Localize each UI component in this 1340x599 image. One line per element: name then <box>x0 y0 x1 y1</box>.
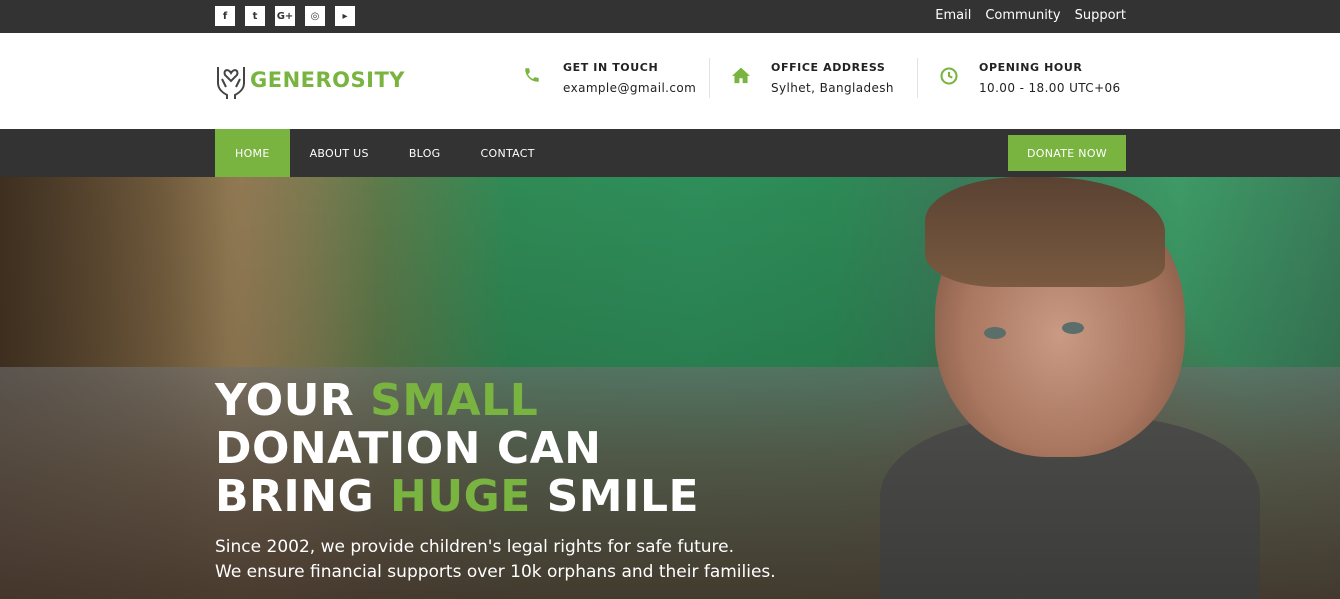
contact-touch-value[interactable]: example@gmail.com <box>563 81 696 95</box>
contact-hours: OPENING HOUR 10.00 - 18.00 UTC+06 <box>939 58 1121 95</box>
hero-subtext: Since 2002, we provide children's legal … <box>215 535 776 585</box>
top-bar: f t G+ ◎ ▸ Email Community Support <box>0 0 1340 33</box>
support-link[interactable]: Support <box>1075 8 1126 23</box>
header: GENEROSITY GET IN TOUCH example@gmail.co… <box>0 33 1340 129</box>
contact-office-value: Sylhet, Bangladesh <box>771 81 894 95</box>
logo-text: GENEROSITY <box>250 68 405 92</box>
contact-hours-title: OPENING HOUR <box>979 61 1083 74</box>
hero-headline: YOUR SMALL DONATION CAN BRING HUGE SMILE <box>215 377 699 521</box>
hands-heart-logo-icon <box>217 67 245 99</box>
hero-subtext-line: We ensure financial supports over 10k or… <box>215 562 776 582</box>
instagram-icon[interactable]: ◎ <box>305 6 325 26</box>
hero-subtext-line: Since 2002, we provide children's legal … <box>215 537 735 557</box>
nav-menu: HOME ABOUT US BLOG CONTACT <box>215 129 555 177</box>
headline-text: YOUR <box>215 375 371 426</box>
headline-highlight: HUGE <box>390 471 531 522</box>
divider <box>917 58 918 98</box>
clock-icon <box>939 58 979 86</box>
phone-icon <box>523 58 563 84</box>
nav-item-home[interactable]: HOME <box>215 129 290 177</box>
social-links: f t G+ ◎ ▸ <box>215 6 355 26</box>
headline-text: SMILE <box>530 471 700 522</box>
hero-child-eye <box>1062 322 1084 334</box>
contact-touch: GET IN TOUCH example@gmail.com <box>523 58 696 95</box>
headline-highlight: SMALL <box>370 375 539 426</box>
nav-item-about-us[interactable]: ABOUT US <box>290 129 389 177</box>
hero-child-eye <box>984 327 1006 339</box>
hero-banner: YOUR SMALL DONATION CAN BRING HUGE SMILE… <box>0 177 1340 599</box>
contact-office-title: OFFICE ADDRESS <box>771 61 886 74</box>
hero-child-hair <box>925 177 1165 287</box>
nav-item-blog[interactable]: BLOG <box>389 129 461 177</box>
top-links: Email Community Support <box>935 8 1126 23</box>
nav-item-contact[interactable]: CONTACT <box>461 129 555 177</box>
home-icon <box>731 58 771 84</box>
youtube-icon[interactable]: ▸ <box>335 6 355 26</box>
headline-text: BRING <box>215 471 391 522</box>
contact-hours-value: 10.00 - 18.00 UTC+06 <box>979 81 1121 95</box>
contact-office: OFFICE ADDRESS Sylhet, Bangladesh <box>731 58 894 95</box>
divider <box>709 58 710 98</box>
twitter-icon[interactable]: t <box>245 6 265 26</box>
donate-now-button[interactable]: DONATE NOW <box>1008 135 1126 171</box>
google-plus-icon[interactable]: G+ <box>275 6 295 26</box>
community-link[interactable]: Community <box>985 8 1060 23</box>
logo[interactable]: GENEROSITY <box>215 61 405 99</box>
headline-text: DONATION CAN <box>215 423 602 474</box>
facebook-icon[interactable]: f <box>215 6 235 26</box>
email-link[interactable]: Email <box>935 8 971 23</box>
main-nav: HOME ABOUT US BLOG CONTACT DONATE NOW <box>0 129 1340 177</box>
contact-touch-title: GET IN TOUCH <box>563 61 659 74</box>
